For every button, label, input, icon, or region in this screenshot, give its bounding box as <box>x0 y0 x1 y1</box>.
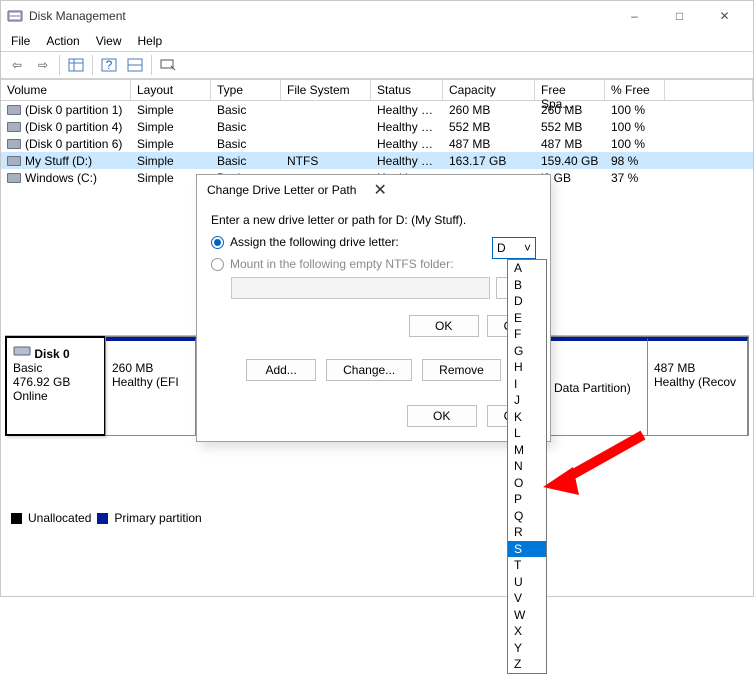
letter-option[interactable]: W <box>508 607 546 624</box>
separator <box>92 55 93 75</box>
letter-option[interactable]: U <box>508 574 546 591</box>
help-icon[interactable]: ? <box>97 54 121 76</box>
menu-action[interactable]: Action <box>46 34 79 48</box>
chevron-down-icon: ˅ <box>524 241 531 255</box>
drive-letter-select[interactable]: D ˅ <box>492 237 536 259</box>
letter-option[interactable]: Z <box>508 656 546 673</box>
drive-letter-dropdown[interactable]: ABDEFGHIJKLMNOPQRSTUVWXYZ <box>507 259 547 674</box>
menu-help[interactable]: Help <box>138 34 163 48</box>
letter-option[interactable]: I <box>508 376 546 393</box>
disk-state: Online <box>13 389 48 403</box>
volume-row[interactable]: My Stuff (D:)SimpleBasicNTFSHealthy (B..… <box>1 152 753 169</box>
letter-option[interactable]: H <box>508 359 546 376</box>
menu-view[interactable]: View <box>96 34 122 48</box>
change-drive-letter-dialog: Change Drive Letter or Path ✕ Enter a ne… <box>196 174 551 442</box>
change-button[interactable]: Change... <box>326 359 412 381</box>
remove-button[interactable]: Remove <box>422 359 501 381</box>
partition[interactable]: 487 MB Healthy (Recov <box>648 337 748 435</box>
col-spare <box>665 80 753 100</box>
letter-option[interactable]: X <box>508 623 546 640</box>
col-pctfree[interactable]: % Free <box>605 80 665 100</box>
menu-file[interactable]: File <box>11 34 30 48</box>
disk-mgmt-icon <box>7 8 23 24</box>
volume-row[interactable]: (Disk 0 partition 4)SimpleBasicHealthy (… <box>1 118 753 135</box>
titlebar: Disk Management – □ ✕ <box>1 1 753 31</box>
letter-option[interactable]: D <box>508 293 546 310</box>
letter-option[interactable]: N <box>508 458 546 475</box>
minimize-button[interactable]: – <box>612 1 657 31</box>
disk-size: 476.92 GB <box>13 375 70 389</box>
close-button[interactable]: ✕ <box>702 1 747 31</box>
svg-text:?: ? <box>106 58 113 72</box>
col-capacity[interactable]: Capacity <box>443 80 535 100</box>
letter-option[interactable]: M <box>508 442 546 459</box>
letter-option[interactable]: J <box>508 392 546 409</box>
col-type[interactable]: Type <box>211 80 281 100</box>
forward-icon[interactable]: ⇨ <box>31 54 55 76</box>
disk-icon <box>13 344 31 358</box>
disk-type: Basic <box>13 361 42 375</box>
dialog-title: Change Drive Letter or Path <box>207 183 374 197</box>
volume-list-header: Volume Layout Type File System Status Ca… <box>1 79 753 101</box>
legend-swatch-unallocated <box>11 513 22 524</box>
volume-row[interactable]: (Disk 0 partition 1)SimpleBasicHealthy (… <box>1 101 753 118</box>
letter-option[interactable]: Y <box>508 640 546 657</box>
letter-option[interactable]: F <box>508 326 546 343</box>
dialog-prompt: Enter a new drive letter or path for D: … <box>211 213 536 227</box>
letter-option[interactable]: K <box>508 409 546 426</box>
settings-icon[interactable] <box>156 54 180 76</box>
radio-off-icon <box>211 258 224 271</box>
letter-option[interactable]: V <box>508 590 546 607</box>
window-title: Disk Management <box>29 9 612 23</box>
letter-option[interactable]: L <box>508 425 546 442</box>
letter-option[interactable]: A <box>508 260 546 277</box>
letter-option[interactable]: Q <box>508 508 546 525</box>
ok-button[interactable]: OK <box>407 405 477 427</box>
letter-option[interactable]: S <box>508 541 546 558</box>
partition-extra[interactable]: Data Partition) <box>548 337 648 435</box>
col-status[interactable]: Status <box>371 80 443 100</box>
partition[interactable]: 260 MB Healthy (EFI <box>106 337 196 435</box>
letter-option[interactable]: O <box>508 475 546 492</box>
separator <box>59 55 60 75</box>
close-icon[interactable]: ✕ <box>374 180 541 200</box>
letter-option[interactable]: R <box>508 524 546 541</box>
col-freespace[interactable]: Free Spa... <box>535 80 605 100</box>
letter-option[interactable]: G <box>508 343 546 360</box>
legend-swatch-primary <box>97 513 108 524</box>
disk-title: Disk 0 <box>34 347 69 361</box>
letter-option[interactable]: B <box>508 277 546 294</box>
inner-ok-button[interactable]: OK <box>409 315 479 337</box>
layout-icon[interactable] <box>123 54 147 76</box>
view-icon[interactable] <box>64 54 88 76</box>
maximize-button[interactable]: □ <box>657 1 702 31</box>
separator <box>151 55 152 75</box>
letter-option[interactable]: E <box>508 310 546 327</box>
back-icon[interactable]: ⇦ <box>5 54 29 76</box>
radio-assign-letter[interactable]: Assign the following drive letter: <box>211 235 536 249</box>
mount-folder-field <box>231 277 490 299</box>
letter-option[interactable]: P <box>508 491 546 508</box>
radio-mount-folder[interactable]: Mount in the following empty NTFS folder… <box>211 257 536 271</box>
letter-option[interactable]: T <box>508 557 546 574</box>
radio-on-icon <box>211 236 224 249</box>
col-layout[interactable]: Layout <box>131 80 211 100</box>
menubar: File Action View Help <box>1 31 753 51</box>
add-button[interactable]: Add... <box>246 359 316 381</box>
col-volume[interactable]: Volume <box>1 80 131 100</box>
legend: Unallocated Primary partition <box>11 511 202 525</box>
col-filesystem[interactable]: File System <box>281 80 371 100</box>
volume-row[interactable]: (Disk 0 partition 6)SimpleBasicHealthy (… <box>1 135 753 152</box>
toolbar: ⇦ ⇨ ? <box>1 51 753 79</box>
disk-info[interactable]: Disk 0 Basic 476.92 GB Online <box>5 336 105 436</box>
